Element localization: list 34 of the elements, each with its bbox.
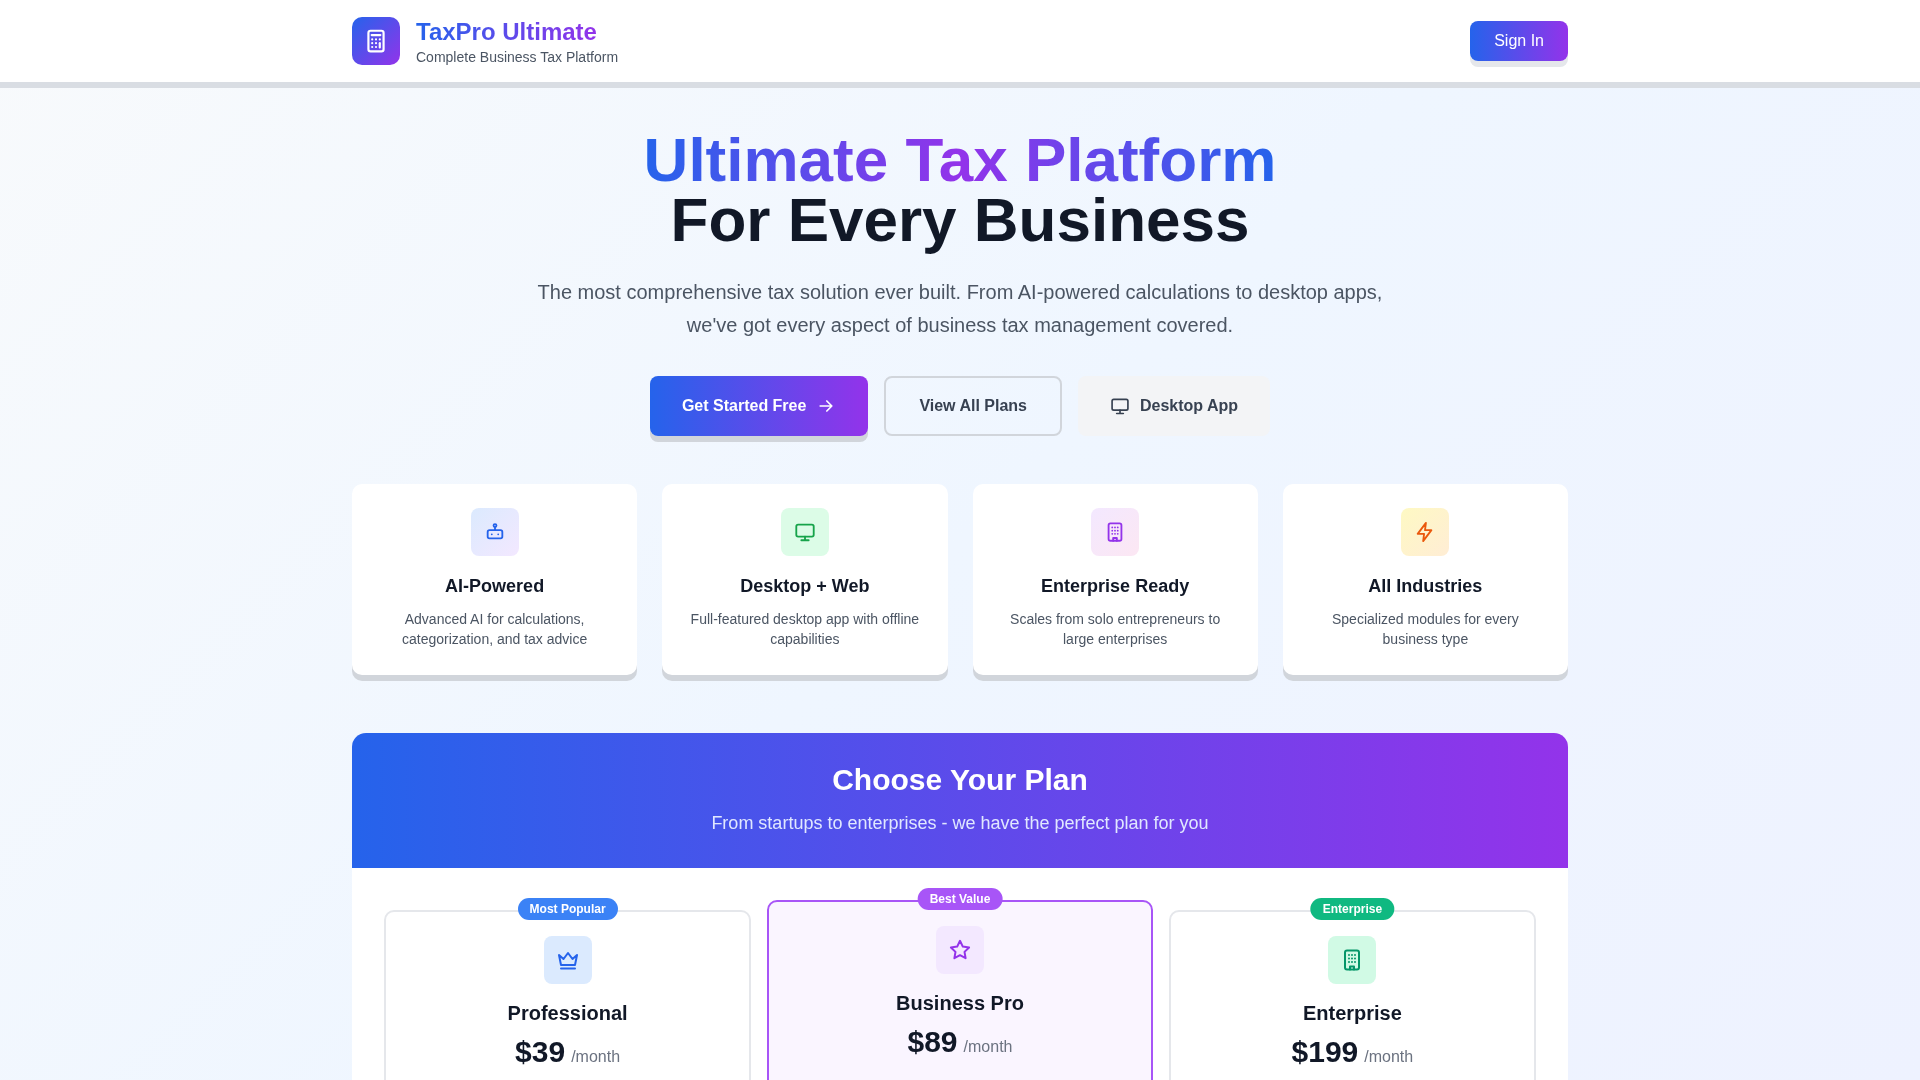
feature-description: Specialized modules for every business type: [1331, 610, 1520, 649]
price-period: /month: [571, 1048, 621, 1066]
monitor-icon: [780, 508, 829, 556]
plan-badge: Enterprise: [1310, 898, 1395, 920]
plan-name: Professional: [507, 1002, 628, 1025]
building-icon: [1328, 936, 1377, 984]
feature-description: Full-featured desktop app with offline capabilities: [690, 610, 920, 649]
hero-subtitle: The most comprehensive tax solution ever built. From AI-powered calculations to desktop apps, we've got every aspect of business tax management covered.: [536, 280, 1384, 338]
plans-subtitle: From startups to enterprises - we have the perfect plan for you: [710, 813, 1210, 834]
building-icon: [1091, 508, 1140, 556]
crown-icon: [543, 936, 592, 984]
feature-title: Desktop + Web: [740, 576, 870, 597]
plan-price: $199: [1291, 1035, 1359, 1069]
plan-price: $89: [907, 1025, 958, 1059]
feature-title: Enterprise Ready: [1041, 576, 1190, 597]
calculator-icon: [352, 17, 400, 65]
feature-title: AI-Powered: [445, 576, 545, 597]
feature-description: Scales from solo entrepreneurs to large enterprises: [1009, 610, 1222, 649]
bolt-icon: [1401, 508, 1450, 556]
plan-name: Enterprise: [1302, 1002, 1402, 1025]
plans-title: Choose Your Plan: [831, 763, 1089, 797]
app-tagline: Complete Business Tax Platform: [416, 48, 619, 65]
price-period: /month: [963, 1038, 1013, 1056]
desktop-app-button[interactable]: Desktop App: [1078, 376, 1271, 436]
feature-description: Advanced AI for calculations, categorization, and tax advice: [401, 610, 589, 649]
plan-price: $39: [515, 1035, 566, 1069]
view-plans-button[interactable]: View All Plans: [884, 376, 1062, 436]
plan-badge: Most Popular: [517, 898, 618, 920]
robot-icon: [470, 508, 519, 556]
price-period: /month: [1364, 1048, 1414, 1066]
monitor-icon: [1110, 396, 1130, 416]
feature-title: All Industries: [1368, 576, 1483, 597]
plan-badge: Best Value: [917, 888, 1003, 910]
plan-name: Business Pro: [896, 992, 1024, 1015]
